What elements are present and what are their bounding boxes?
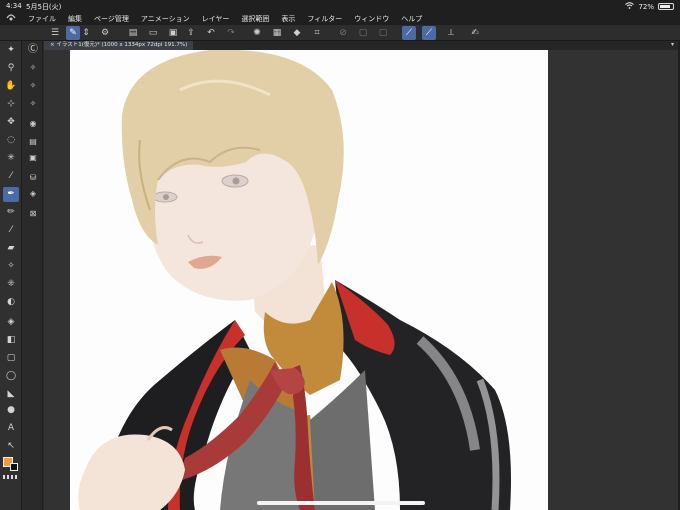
sub-tool-sparkle-icon[interactable]: ✧: [26, 61, 40, 75]
export-icon[interactable]: ⇪: [184, 26, 198, 40]
brush-tool-icon[interactable]: ✎: [66, 26, 80, 40]
menu-bar: ファイル 編集 ページ管理 アニメーション レイヤー 選択範囲 表示 フィルター…: [0, 12, 680, 25]
document-tab-bar: × イラスト1(復元)* (1000 x 1334px 72dpi 191.7%…: [44, 41, 680, 50]
special-ruler-icon[interactable]: ⟋: [422, 26, 436, 40]
collapse-icon[interactable]: ▾: [671, 41, 674, 48]
hand-icon[interactable]: ✋: [3, 79, 19, 94]
correction-icon[interactable]: ↖: [3, 439, 19, 454]
lasso-icon[interactable]: ◌: [3, 133, 19, 148]
menu-view[interactable]: 表示: [275, 14, 301, 24]
fill-icon[interactable]: ◆: [290, 26, 304, 40]
eyedropper-icon[interactable]: ⁄: [3, 169, 19, 184]
menu-selection[interactable]: 選択範囲: [235, 14, 275, 24]
blend-icon[interactable]: ◐: [3, 295, 19, 310]
document-tab[interactable]: × イラスト1(復元)* (1000 x 1334px 72dpi 191.7%…: [44, 41, 194, 50]
airbrush-icon[interactable]: ⁜: [3, 277, 19, 292]
status-time: 4:34: [6, 2, 22, 10]
sub-tool-brush-icon[interactable]: ✧: [26, 79, 40, 93]
home-indicator[interactable]: [257, 501, 425, 505]
canvas-paper[interactable]: [70, 50, 548, 510]
clear-icon[interactable]: ▦: [270, 26, 284, 40]
ios-status-bar: 4:34 5月5日(火) 72%: [0, 0, 680, 12]
redo-icon[interactable]: ↷: [224, 26, 238, 40]
menu-layer[interactable]: レイヤー: [196, 14, 236, 24]
new-file-icon[interactable]: ▤: [126, 26, 140, 40]
menu-help[interactable]: ヘルプ: [395, 14, 428, 24]
pen-icon[interactable]: ✒: [3, 187, 19, 202]
brush-icon[interactable]: ⁄: [3, 223, 19, 238]
battery-percent: 72%: [638, 2, 654, 11]
pencil-icon[interactable]: ✏: [3, 205, 19, 220]
text-icon[interactable]: A: [3, 421, 19, 436]
brush-size-icon[interactable]: ✦: [3, 43, 19, 58]
eraser-icon[interactable]: ▰: [3, 241, 19, 256]
undo-icon[interactable]: ↶: [204, 26, 218, 40]
sub-tool-pen-icon[interactable]: Ⓒ: [26, 43, 40, 57]
sub-tool-color-icon[interactable]: ◉: [26, 117, 40, 131]
menu-window[interactable]: ウィンドウ: [348, 14, 395, 24]
menu-filter[interactable]: フィルター: [301, 14, 348, 24]
operation-icon[interactable]: ⊹: [3, 97, 19, 112]
sub-tool-column: Ⓒ ✧ ✧ ✧ ◉ ▤ ▣ ⛁ ◈ ⊠: [23, 41, 43, 510]
menu-edit[interactable]: 編集: [62, 14, 88, 24]
battery-icon: [658, 3, 674, 10]
sub-tool-layer-icon[interactable]: ▤: [26, 135, 40, 149]
open-folder-icon[interactable]: ▭: [146, 26, 160, 40]
invert-selection-icon[interactable]: ▢: [356, 26, 370, 40]
menu-page[interactable]: ページ管理: [88, 14, 135, 24]
sub-tool-material-icon[interactable]: ⛁: [26, 171, 40, 185]
move-icon[interactable]: ✥: [3, 115, 19, 130]
decoration-icon[interactable]: ✧: [3, 259, 19, 274]
menu-file[interactable]: ファイル: [22, 14, 62, 24]
sub-tool-search-icon[interactable]: ⊠: [26, 207, 40, 221]
ruler-icon[interactable]: ◣: [3, 387, 19, 402]
zoom-icon[interactable]: ⚲: [3, 61, 19, 76]
command-bar: ☰ ✎ ⇕ ⚙ ▤ ▭ ▣ ⇪ ↶ ↷ ✺ ▦ ◆ ⌗ ⊘ ▢ ▢ ⟋ ⟋ ⟂ …: [0, 25, 680, 41]
deselect-icon[interactable]: ⊘: [336, 26, 350, 40]
sub-tool-move-icon[interactable]: ✧: [26, 97, 40, 111]
edit-icon[interactable]: ✍: [468, 26, 482, 40]
status-date: 5月5日(火): [26, 3, 62, 11]
ruler-snap-icon[interactable]: ⟋: [402, 26, 416, 40]
perspective-ruler-icon[interactable]: ⟂: [444, 26, 458, 40]
sub-tool-palette-icon[interactable]: ▣: [26, 151, 40, 165]
figure-icon[interactable]: ▢: [3, 351, 19, 366]
updown-icon[interactable]: ⇕: [82, 26, 90, 40]
selection-frame-icon[interactable]: ▢: [376, 26, 390, 40]
tool-palette: ✦ ⚲ ✋ ⊹ ✥ ◌ ✳ ⁄ ✒ ✏ ⁄ ▰ ✧ ⁜ ◐ ◈ ◧ ▢ ◯ ◣ …: [0, 41, 22, 510]
wifi-icon: [625, 2, 635, 11]
magic-wand-icon[interactable]: ✳: [3, 151, 19, 166]
hamburger-menu-icon[interactable]: ☰: [48, 26, 62, 40]
fill-bucket-icon[interactable]: ◈: [3, 315, 19, 330]
hand: [78, 434, 185, 510]
gradient-icon[interactable]: ◧: [3, 333, 19, 348]
transparent-color-swatch[interactable]: [3, 475, 19, 479]
crop-icon[interactable]: ⌗: [310, 26, 324, 40]
frame-icon[interactable]: ◯: [3, 369, 19, 384]
canvas-area[interactable]: × イラスト1(復元)* (1000 x 1334px 72dpi 191.7%…: [44, 41, 680, 510]
balloon-icon[interactable]: ●: [3, 403, 19, 418]
battery-fill: [660, 5, 670, 8]
app-logo-icon[interactable]: [0, 13, 22, 24]
status-right: 72%: [625, 2, 674, 11]
settings-icon[interactable]: ⚙: [98, 26, 112, 40]
sub-color-swatch[interactable]: [10, 463, 18, 471]
document-tab-label: イラスト1(復元)* (1000 x 1334px 72dpi 191.7%): [56, 42, 188, 48]
save-icon[interactable]: ▣: [166, 26, 180, 40]
loading-icon[interactable]: ✺: [250, 26, 264, 40]
illustration: [78, 50, 511, 510]
menu-animation[interactable]: アニメーション: [135, 14, 196, 24]
sub-tool-stack-icon[interactable]: ◈: [26, 187, 40, 201]
